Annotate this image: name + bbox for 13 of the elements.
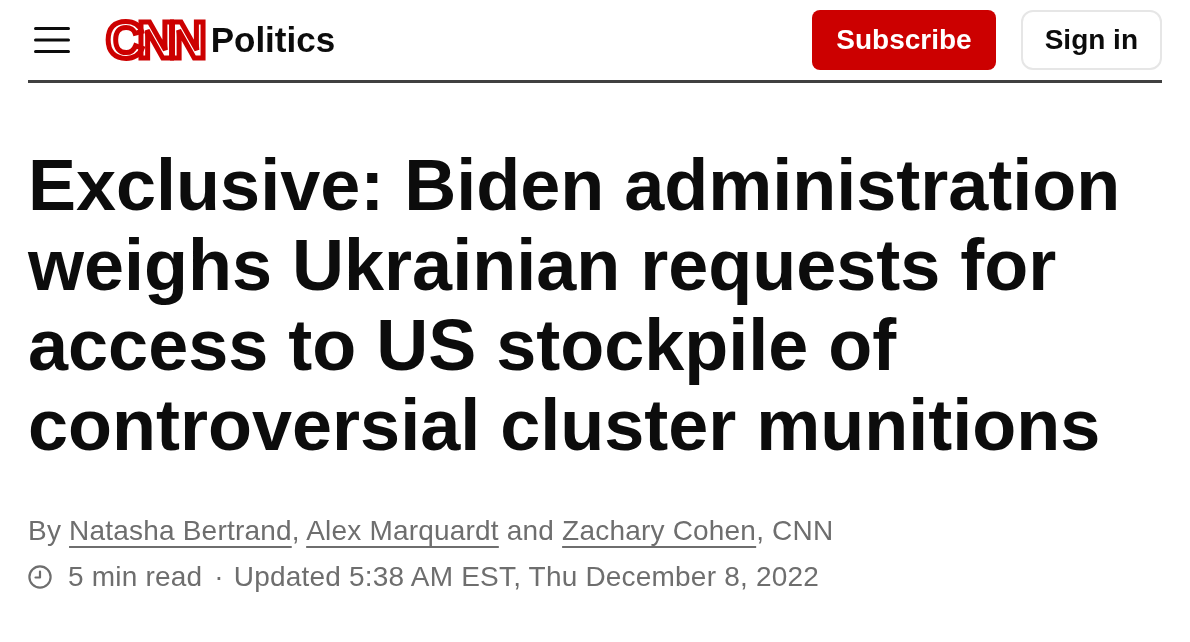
author-link[interactable]: Zachary Cohen	[562, 515, 757, 546]
byline: By Natasha Bertrand, Alex Marquardt and Zachary Cohen, CNN	[28, 514, 835, 548]
separator-dot: ·	[213, 560, 225, 594]
author-link[interactable]: Natasha Bertrand	[69, 515, 292, 546]
subscribe-button[interactable]: Subscribe	[812, 10, 996, 70]
clock-icon	[28, 565, 52, 589]
sign-in-button[interactable]: Sign in	[1020, 10, 1162, 70]
section-title[interactable]: Politics	[210, 20, 336, 60]
author-link[interactable]: Alex Marquardt	[306, 515, 499, 546]
article-headline: Exclusive: Biden administration weighs Ukrainian requests for access to US stockpile of controversial cluster munitions	[28, 145, 1122, 465]
menu-icon[interactable]	[34, 27, 70, 53]
read-time: 5 min read	[68, 560, 203, 594]
updated-time: Updated 5:38 AM EST, Thu December 8, 2022	[233, 560, 819, 594]
